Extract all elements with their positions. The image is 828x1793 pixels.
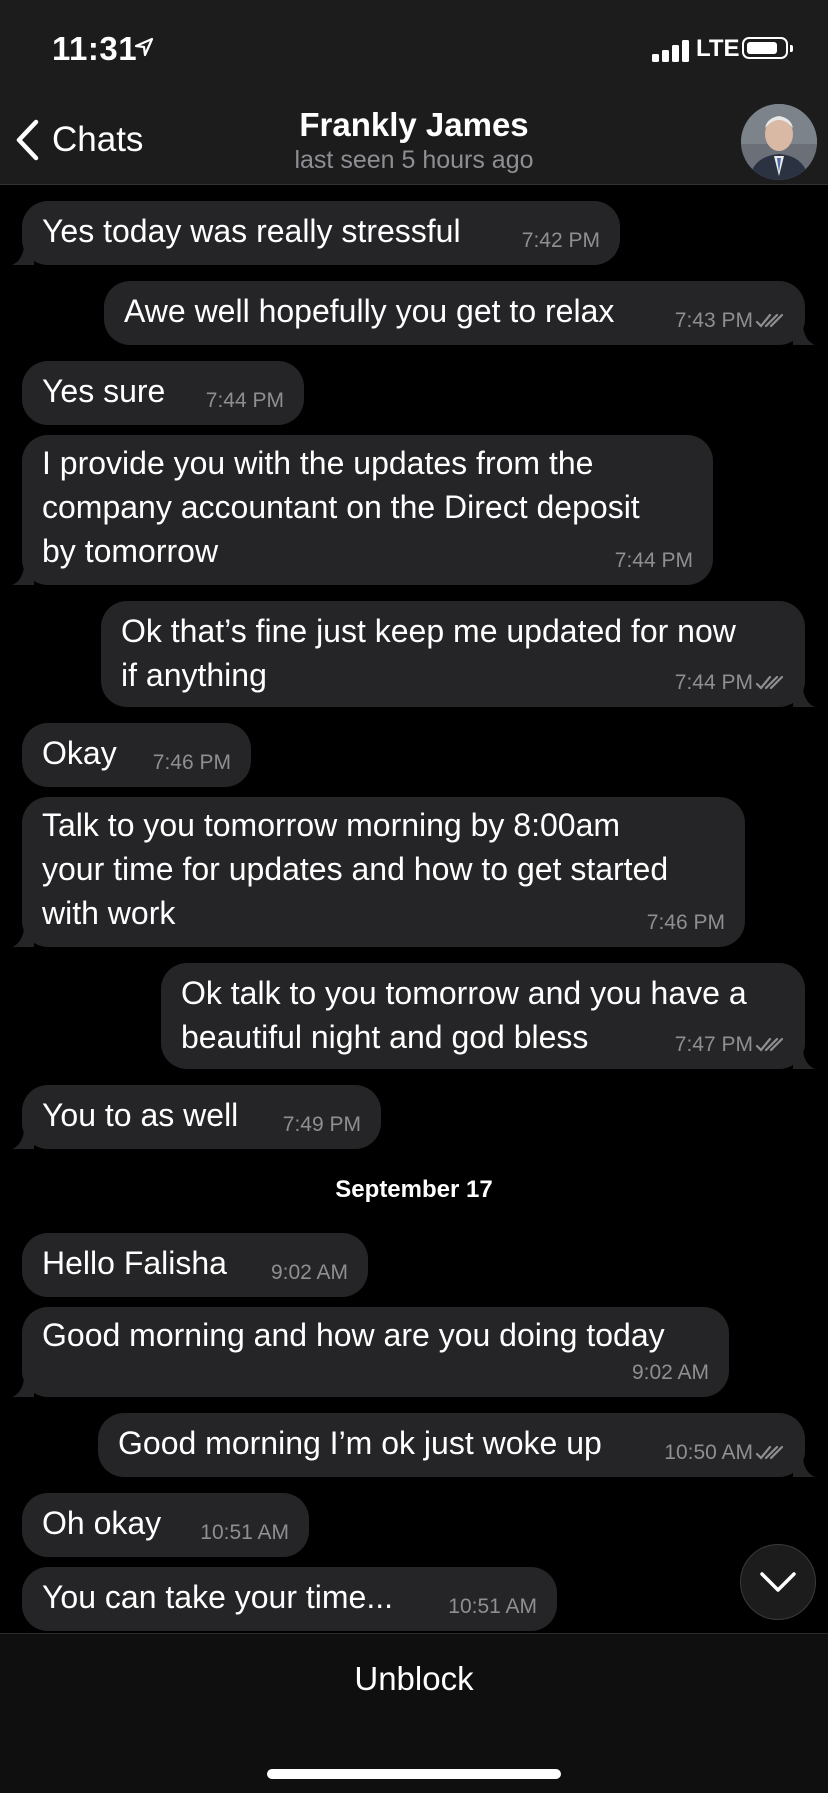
scroll-to-bottom-button[interactable] <box>740 1544 816 1620</box>
message-time: 10:51 AM <box>448 1595 537 1618</box>
avatar[interactable] <box>741 104 817 180</box>
chevron-down-icon <box>760 1572 796 1592</box>
message-time: 10:51 AM <box>200 1521 289 1544</box>
message-time: 9:02 AM <box>270 1261 348 1284</box>
message-time: 7:42 PM <box>521 229 600 252</box>
message-list[interactable]: September 16 Yes today was really stress… <box>0 185 828 1633</box>
message-text: Talk to you tomorrow morning by 8:00am y… <box>42 807 669 931</box>
message-bubble-outgoing[interactable]: Good morning I’m ok just woke up 10:50 A… <box>98 1413 815 1477</box>
message-text: Good morning and how are you doing today <box>42 1317 665 1353</box>
location-arrow-icon <box>134 37 154 57</box>
double-check-icon <box>755 313 784 328</box>
message-time: 7:44 PM <box>614 549 693 572</box>
battery-icon <box>742 37 793 59</box>
status-bar: 11:31 LTE <box>0 0 828 100</box>
message-bubble-incoming[interactable]: Talk to you tomorrow morning by 8:00am y… <box>12 797 745 947</box>
contact-name[interactable]: Frankly James <box>0 106 828 144</box>
message-bubble-outgoing[interactable]: Ok that’s fine just keep me updated for … <box>101 601 815 707</box>
status-time: 11:31 <box>52 30 138 67</box>
message-time: 7:46 PM <box>152 751 231 774</box>
double-check-icon <box>755 1037 784 1052</box>
chat-header: Chats Frankly James last seen 5 hours ag… <box>0 100 828 185</box>
message-bubble-incoming[interactable]: I provide you with the updates from the … <box>12 435 713 585</box>
message-bubble-incoming[interactable]: Hello Falisha 9:02 AM <box>22 1233 368 1297</box>
signal-icon <box>652 38 692 62</box>
message-time: 7:47 PM <box>674 1033 753 1056</box>
network-type: LTE <box>696 35 740 62</box>
double-check-icon <box>755 1445 784 1460</box>
message-time: 10:50 AM <box>664 1441 753 1464</box>
message-time: 9:02 AM <box>631 1361 709 1384</box>
double-check-icon <box>755 675 784 690</box>
message-bubble-incoming[interactable]: You can take your time... 10:51 AM <box>22 1567 557 1631</box>
message-time: 7:43 PM <box>674 309 753 332</box>
message-bubble-incoming[interactable]: Oh okay 10:51 AM <box>22 1493 309 1557</box>
home-indicator[interactable] <box>267 1769 561 1779</box>
message-text: I provide you with the updates from the … <box>42 445 640 569</box>
message-time: 7:46 PM <box>646 911 725 934</box>
unblock-button[interactable]: Unblock <box>0 1660 828 1698</box>
message-bubble-incoming[interactable]: Okay 7:46 PM <box>22 723 251 787</box>
message-bubble-outgoing[interactable]: Ok talk to you tomorrow and you have a b… <box>161 963 815 1069</box>
bottom-bar: Unblock <box>0 1633 828 1793</box>
message-time: 7:44 PM <box>205 389 284 412</box>
message-bubble-outgoing[interactable]: Awe well hopefully you get to relax 7:43… <box>104 281 815 345</box>
avatar-image <box>741 104 817 180</box>
message-bubble-incoming[interactable]: You to as well 7:49 PM <box>12 1085 381 1149</box>
message-time: 7:44 PM <box>674 671 753 694</box>
last-seen-status: last seen 5 hours ago <box>294 146 534 174</box>
message-bubble-incoming[interactable]: Yes sure 7:44 PM <box>22 361 304 425</box>
message-bubble-incoming[interactable]: Yes today was really stressful 7:42 PM <box>12 201 620 265</box>
message-bubble-incoming[interactable]: Good morning and how are you doing today… <box>12 1307 729 1397</box>
message-text: Yes today was really stressful <box>42 213 461 249</box>
date-separator: September 17 <box>335 1176 493 1203</box>
message-time: 7:49 PM <box>282 1113 361 1136</box>
